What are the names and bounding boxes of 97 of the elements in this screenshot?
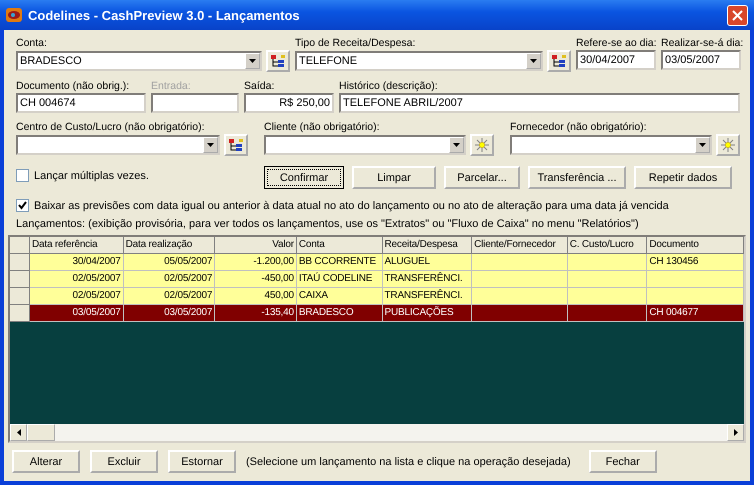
- table-cell: BRADESCO: [296, 305, 383, 322]
- table-cell: CH 004677: [647, 305, 744, 322]
- table-cell: -450,00: [215, 271, 297, 288]
- column-header[interactable]: Conta: [296, 237, 383, 254]
- checkbox[interactable]: [16, 169, 29, 182]
- table-cell: CAIXA: [296, 288, 383, 305]
- horizontal-scrollbar[interactable]: [10, 424, 744, 441]
- action-button[interactable]: Limpar: [352, 166, 436, 189]
- table-cell: 02/05/2007: [124, 271, 216, 288]
- row-header[interactable]: [10, 271, 30, 288]
- new-item-button[interactable]: [716, 134, 740, 156]
- table-cell: CH 130456: [647, 254, 744, 271]
- dropdown-field[interactable]: BRADESCO: [16, 51, 262, 71]
- text-field[interactable]: 30/04/2007: [576, 50, 656, 70]
- field-label: Documento (não obrig.):: [16, 79, 130, 93]
- field-label: Centro de Custo/Lucro (não obrigatório):: [16, 120, 206, 134]
- text-field[interactable]: [151, 93, 239, 113]
- row-header[interactable]: [10, 305, 30, 322]
- left-arrow-icon: [16, 429, 20, 436]
- sun-icon: [474, 137, 490, 153]
- text-field[interactable]: TELEFONE ABRIL/2007: [339, 93, 740, 113]
- column-header[interactable]: Cliente/Fornecedor: [472, 237, 568, 254]
- row-header[interactable]: [10, 254, 30, 271]
- field-label: Entrada:: [151, 79, 192, 93]
- table-cell: -135,40: [215, 305, 297, 322]
- lookup-button[interactable]: [224, 134, 248, 156]
- table-row[interactable]: 30/04/2007 05/05/2007 -1.200,00 BB CCORRENTE ALUGUEL CH 130456: [10, 254, 744, 271]
- action-button[interactable]: Repetir dados: [634, 166, 732, 189]
- table-cell: PUBLICAÇÕES: [382, 305, 472, 322]
- scroll-right-button[interactable]: [727, 424, 744, 441]
- table-cell: 30/04/2007: [30, 254, 124, 271]
- table-cell: 03/05/2007: [124, 305, 216, 322]
- dropdown-field[interactable]: [510, 135, 712, 155]
- operation-button[interactable]: Alterar: [12, 450, 80, 473]
- field-label: Cliente (não obrigatório):: [264, 120, 381, 134]
- right-arrow-icon: [734, 429, 738, 436]
- table-cell: ALUGUEL: [382, 254, 472, 271]
- dropdown-field[interactable]: TELEFONE: [295, 51, 543, 71]
- new-item-button[interactable]: [470, 134, 494, 156]
- hint-text: (Selecione um lançamento na lista e clique na operação desejada): [246, 456, 571, 468]
- scroll-left-button[interactable]: [10, 424, 27, 441]
- table-cell: 05/05/2007: [124, 254, 216, 271]
- text-field[interactable]: R$ 250,00: [244, 93, 334, 113]
- table-cell: 03/05/2007: [30, 305, 124, 322]
- column-header[interactable]: Valor: [215, 237, 297, 254]
- table-cell: ITAÚ CODELINE: [296, 271, 383, 288]
- row-header: [10, 237, 30, 254]
- checkbox-label: Baixar as previsões com data igual ou anterior à data atual no ato do lançamento ou no ato de alteração para uma data já vencida: [34, 200, 669, 212]
- multiple-checkbox[interactable]: Lançar múltiplas vezes.: [16, 166, 264, 182]
- field-label: Realizar-se-á dia:: [661, 36, 741, 50]
- table-cell: BB CCORRENTE: [296, 254, 383, 271]
- sun-icon: [720, 137, 736, 153]
- column-header[interactable]: Documento: [647, 237, 744, 254]
- column-header[interactable]: Data realização: [124, 237, 216, 254]
- table-row[interactable]: 02/05/2007 02/05/2007 -450,00 ITAÚ CODELINE TRANSFERÊNCI.: [10, 271, 744, 288]
- table-cell: 450,00: [215, 288, 297, 305]
- lookup-button[interactable]: [266, 50, 290, 72]
- list-caption: Lançamentos: (exibição provisória, para ver todos os lançamentos, use os "Extratos" ou "Fluxo de Caixa" no menu "Relatórios"): [16, 217, 640, 231]
- field-label: Refere-se ao dia:: [576, 36, 656, 50]
- column-header[interactable]: Data referência: [30, 237, 124, 254]
- hierarchy-icon: [270, 54, 286, 68]
- field-label: Histórico (descrição):: [339, 79, 439, 93]
- hierarchy-icon: [228, 138, 244, 152]
- action-button[interactable]: Parcelar...: [444, 166, 520, 189]
- field-label: Tipo de Receita/Despesa:: [295, 36, 416, 50]
- close-window-button[interactable]: Fechar: [588, 450, 657, 473]
- table-row[interactable]: 03/05/2007 03/05/2007 -135,40 BRADESCO PUBLICAÇÕES CH 004677: [10, 305, 744, 322]
- dropdown-field[interactable]: [264, 135, 466, 155]
- dropdown-field[interactable]: [16, 135, 220, 155]
- table-cell: TRANSFERÊNCI.: [382, 271, 472, 288]
- action-button[interactable]: Transferência ...: [528, 166, 626, 189]
- scroll-thumb[interactable]: [27, 424, 55, 441]
- table-cell: 02/05/2007: [124, 288, 216, 305]
- operation-button[interactable]: Estornar: [168, 450, 236, 473]
- app-icon: [6, 7, 22, 23]
- text-field[interactable]: CH 004674: [16, 93, 146, 113]
- window-title: Codelines - CashPreview 3.0 - Lançamentos: [28, 8, 301, 22]
- action-button[interactable]: Confirmar: [264, 166, 344, 189]
- table-cell: -1.200,00: [215, 254, 297, 271]
- table-cell: 02/05/2007: [30, 271, 124, 288]
- close-icon: [732, 10, 743, 20]
- checkbox-label: Lançar múltiplas vezes.: [34, 170, 149, 182]
- field-label: Fornecedor (não obrigatório):: [510, 120, 648, 134]
- column-header[interactable]: Receita/Despesa: [382, 237, 472, 254]
- close-button[interactable]: [727, 4, 748, 26]
- field-label: Saída:: [244, 79, 276, 93]
- row-header[interactable]: [10, 288, 30, 305]
- text-field[interactable]: 03/05/2007: [661, 50, 741, 70]
- column-header[interactable]: C. Custo/Lucro: [568, 237, 648, 254]
- table-cell: TRANSFERÊNCI.: [382, 288, 472, 305]
- hierarchy-icon: [551, 54, 567, 68]
- lookup-button[interactable]: [547, 50, 571, 72]
- operation-button[interactable]: Excluir: [90, 450, 158, 473]
- table-cell: 02/05/2007: [30, 288, 124, 305]
- field-label: Conta:: [16, 36, 48, 50]
- table-row[interactable]: 02/05/2007 02/05/2007 450,00 CAIXA TRANSFERÊNCI.: [10, 288, 744, 305]
- checkbox[interactable]: [16, 199, 29, 212]
